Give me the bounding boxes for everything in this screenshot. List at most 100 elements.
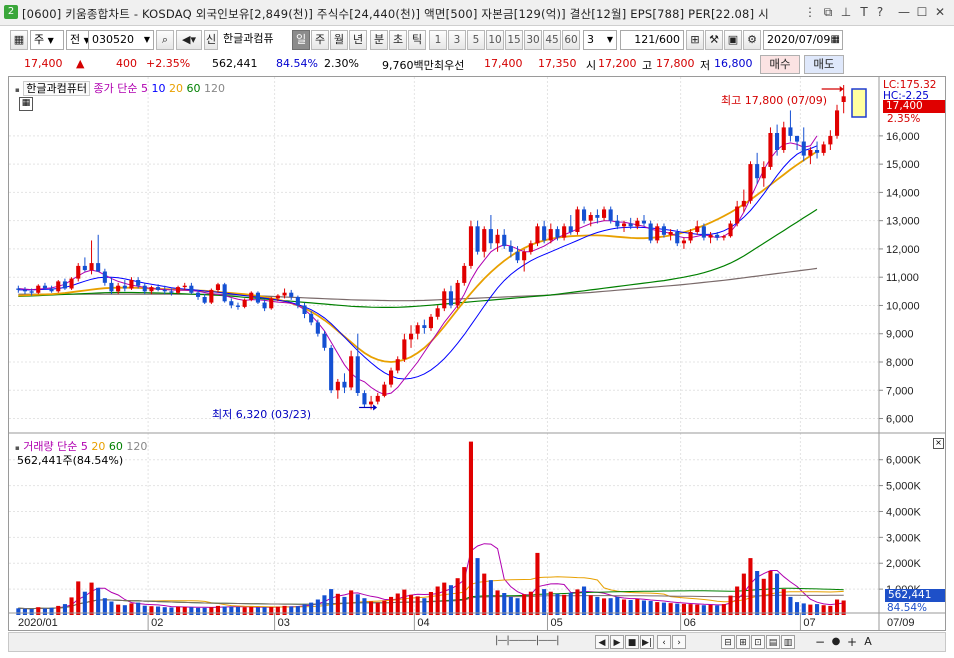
minute-3-button[interactable]: 3 — [448, 30, 466, 50]
period-year-button[interactable]: 년 — [349, 30, 367, 50]
grid-icon[interactable]: ▦ — [10, 30, 28, 50]
volume-bar — [528, 591, 533, 615]
date-input[interactable]: 2020/07/09 ▦ — [763, 30, 843, 50]
save-icon[interactable]: ▣ — [724, 30, 742, 50]
minute-45-button[interactable]: 45 — [543, 30, 561, 50]
candle-body — [595, 215, 600, 218]
search-icon[interactable]: ⌕ — [156, 30, 174, 50]
stock-code-input[interactable]: 030520 ▼ — [88, 30, 154, 50]
close-icon[interactable]: ✕ — [932, 4, 948, 20]
layout-2-icon[interactable]: ⊞ — [736, 635, 750, 649]
candle-body — [369, 401, 374, 405]
volume-pct-tag: 84.54% — [887, 602, 928, 614]
app-number-badge: 2 — [4, 5, 18, 19]
minute-5-button[interactable]: 5 — [467, 30, 485, 50]
candle-body — [668, 232, 673, 235]
volume-bar — [828, 605, 833, 615]
scroll-start-icon[interactable]: ◀ — [595, 635, 609, 649]
price-change-pct: +2.35% — [146, 57, 191, 70]
overlay-icon[interactable]: ⊞ — [686, 30, 704, 50]
zoom-slider-icon[interactable]: ● — [829, 635, 843, 649]
buy-button[interactable]: 매수 — [760, 55, 800, 74]
volume-bar — [701, 605, 706, 615]
volume-bar — [615, 596, 620, 615]
candle-body — [695, 226, 700, 232]
period-minute-button[interactable]: 분 — [370, 30, 388, 50]
period-day-button[interactable]: 일 — [292, 30, 310, 50]
candle-body — [655, 226, 660, 241]
tools-icon[interactable]: ⚒ — [705, 30, 723, 50]
minute-1-button[interactable]: 1 — [429, 30, 447, 50]
speaker-icon[interactable]: ◀▾ — [176, 30, 202, 50]
price-series-name[interactable]: 한글과컴퓨터 — [23, 81, 90, 96]
minute-60-button[interactable]: 60 — [562, 30, 580, 50]
volume-bar — [215, 605, 220, 615]
help-icon[interactable]: ? — [872, 4, 888, 20]
stock-badge: 신 — [204, 30, 218, 50]
volume-bar — [275, 606, 280, 615]
period-tick-button[interactable]: 틱 — [408, 30, 426, 50]
maximize-icon[interactable]: ☐ — [914, 4, 930, 20]
sell-button[interactable]: 매도 — [804, 55, 844, 74]
period-month-button[interactable]: 월 — [330, 30, 348, 50]
zoom-out-icon[interactable]: − — [813, 635, 827, 649]
volume-bar — [182, 607, 187, 615]
chart-svg[interactable]: 16,000 15,000 14,000 13,000 12,000 11,000 10,0… — [9, 77, 945, 630]
scroll-end-icon[interactable]: ▶| — [640, 635, 654, 649]
low-annotation: 최저 6,320 (03/23) — [212, 408, 312, 421]
layout-4-icon[interactable]: ▤ — [766, 635, 780, 649]
low-price: 16,800 — [714, 57, 753, 70]
candle-body — [76, 265, 81, 279]
chart-type-icon[interactable]: A — [861, 635, 875, 649]
period-week-button[interactable]: 주 — [311, 30, 329, 50]
settings-icon[interactable]: ⚙ — [743, 30, 761, 50]
volume-bar — [335, 593, 340, 615]
price-ma-20: 20 — [168, 82, 183, 95]
layout-5-icon[interactable]: ▥ — [781, 635, 795, 649]
scroll-left-icon[interactable]: ‹ — [657, 635, 671, 649]
candle-body — [56, 281, 61, 292]
minute-10-button[interactable]: 10 — [486, 30, 504, 50]
minute-30-button[interactable]: 30 — [524, 30, 542, 50]
minimize-icon[interactable]: — — [896, 4, 912, 20]
volume-bar — [82, 591, 87, 615]
window-list-icon[interactable]: ⋮ — [802, 4, 818, 20]
candle-body — [122, 285, 127, 289]
volume-bar — [36, 607, 41, 615]
copy-window-icon[interactable]: ⧉ — [820, 4, 836, 20]
volume-bar — [555, 593, 560, 615]
candle-body — [602, 209, 607, 218]
play-icon[interactable]: ▶ — [610, 635, 624, 649]
candle-body — [29, 291, 34, 293]
candle-body — [748, 164, 753, 201]
volume-bar — [209, 607, 214, 615]
zoom-in-icon[interactable]: + — [845, 635, 859, 649]
stop-icon[interactable]: ■ — [625, 635, 639, 649]
candle-body — [156, 287, 161, 290]
x-tick-label: 05 — [550, 617, 562, 629]
period-second-button[interactable]: 초 — [389, 30, 407, 50]
panel-close-icon[interactable]: × — [933, 438, 944, 449]
count-input[interactable]: 121/600 — [620, 30, 684, 50]
volume-bar — [422, 598, 427, 615]
volume-bar — [781, 589, 786, 615]
bottom-scroll-bar: |—|———|——| ◀ ▶ ■ ▶| ‹ › ⊟ ⊞ ⊡ ▤ ▥ − ● + … — [8, 632, 946, 652]
x-tick-label-last: 07/09 — [887, 617, 915, 629]
volume-bar — [488, 580, 493, 615]
table-view-icon[interactable]: ▦ — [19, 97, 33, 111]
interval-select[interactable]: 3 ▼ — [583, 30, 617, 50]
stock-code-value: 030520 — [92, 33, 134, 46]
pin-icon[interactable]: ⊥ — [838, 4, 854, 20]
minute-15-button[interactable]: 15 — [505, 30, 523, 50]
market-type-select[interactable]: 주 ▼ — [30, 30, 64, 50]
volume-tick-label: 5,000K — [886, 481, 922, 493]
volume-bar — [122, 605, 127, 615]
layout-3-icon[interactable]: ⊡ — [751, 635, 765, 649]
scroll-right-icon[interactable]: › — [672, 635, 686, 649]
layout-1-icon[interactable]: ⊟ — [721, 635, 735, 649]
candle-body — [688, 232, 693, 241]
volume-bar — [508, 596, 513, 615]
text-size-icon[interactable]: T — [856, 4, 872, 20]
chart-area[interactable]: 16,000 15,000 14,000 13,000 12,000 11,000 10,0… — [8, 76, 946, 631]
scroll-ruler-icon[interactable]: |—|———|——| — [495, 635, 589, 649]
